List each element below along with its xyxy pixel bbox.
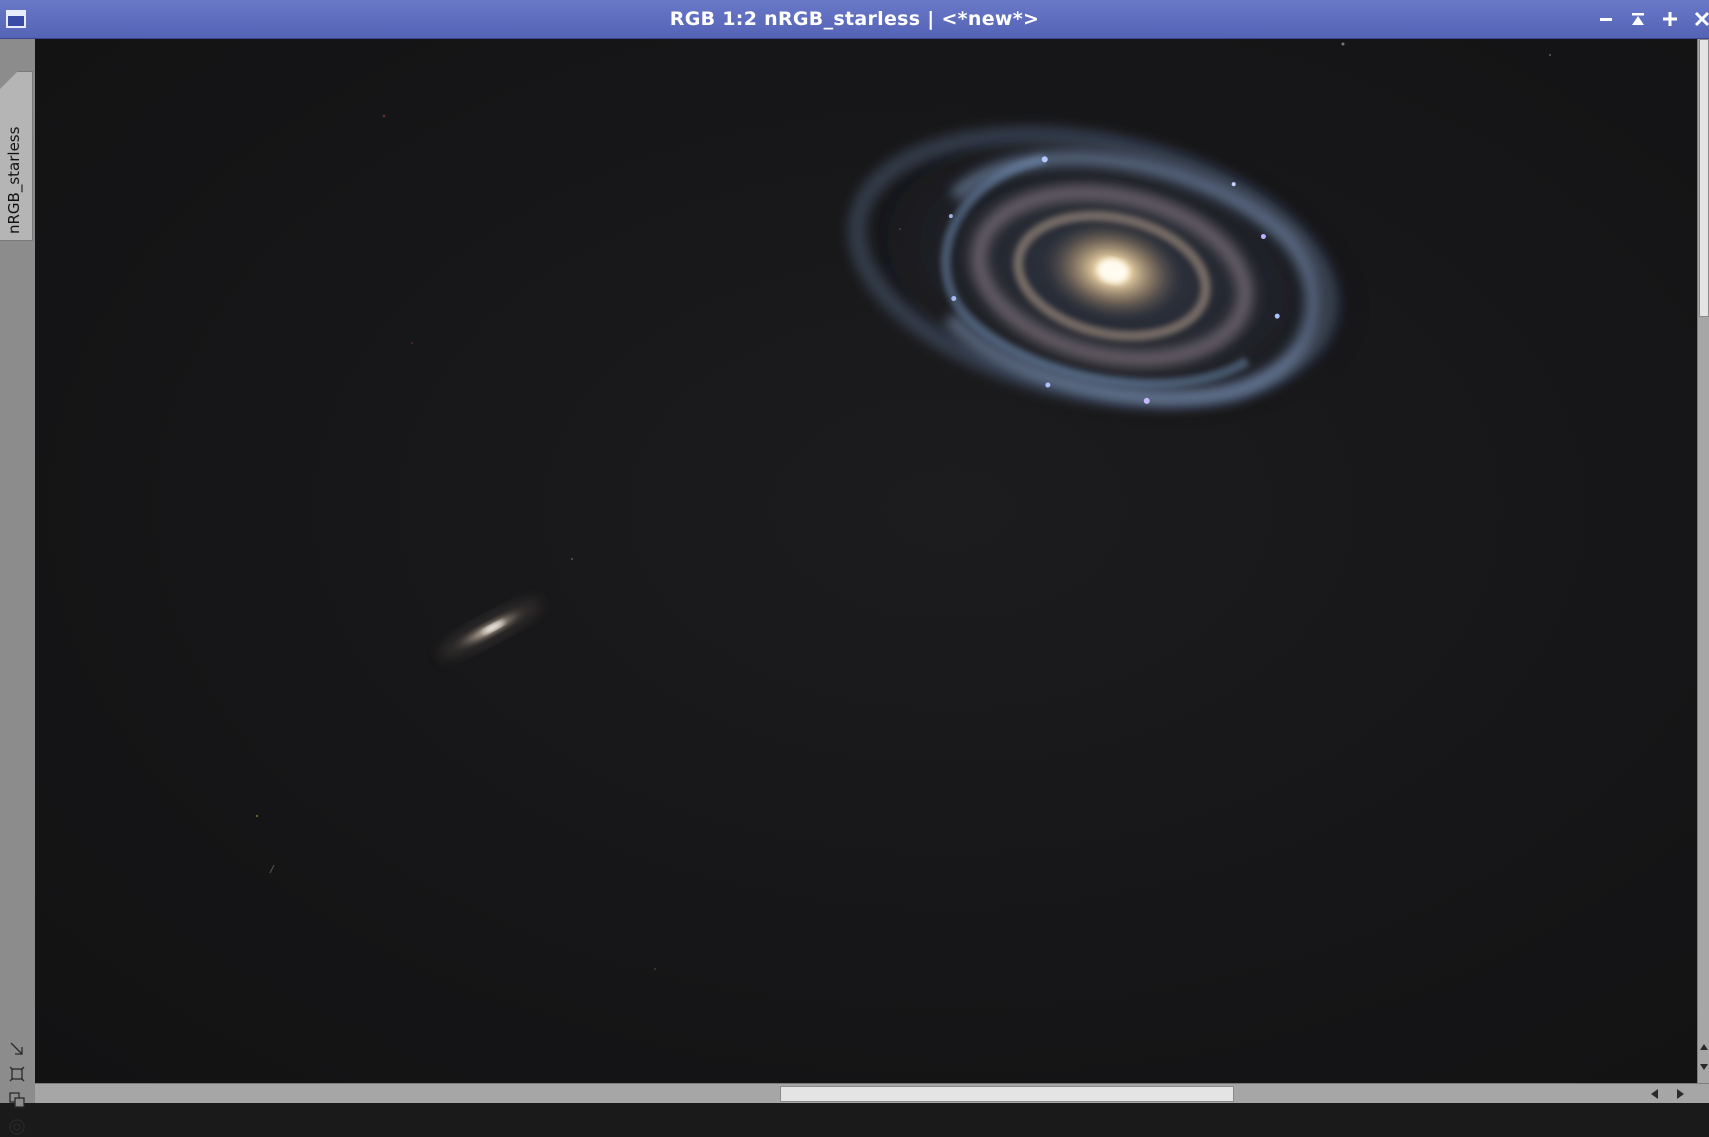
shade-icon[interactable]: [1627, 8, 1649, 30]
view-identifier-label: nRGB_starless: [5, 126, 23, 234]
close-icon[interactable]: [1691, 8, 1709, 30]
scroll-left-icon[interactable]: [1648, 1087, 1662, 1101]
window-title: RGB 1:2 nRGB_starless | <*new*>: [669, 8, 1040, 30]
vertical-scrollbar[interactable]: [1697, 39, 1709, 1083]
image-window: RGB 1:2 nRGB_starless | <*new*> nRGB_sta…: [0, 0, 1709, 1135]
minimize-icon[interactable]: [1595, 8, 1617, 30]
spiral-galaxy: [847, 113, 1379, 429]
view-identifier-tab[interactable]: nRGB_starless: [0, 71, 33, 241]
scroll-right-icon[interactable]: [1673, 1087, 1687, 1101]
view-sidebar: nRGB_starless: [0, 39, 36, 1135]
scroll-down-icon[interactable]: [1699, 1061, 1709, 1073]
astro-image: [255, 42, 1551, 970]
vertical-scroll-thumb[interactable]: [1699, 39, 1709, 317]
horizontal-scrollbar[interactable]: [35, 1083, 1709, 1103]
edge-on-galaxy: [438, 599, 542, 659]
fit-view-icon[interactable]: [7, 1064, 27, 1084]
horizontal-scroll-thumb[interactable]: [780, 1086, 1234, 1102]
image-viewport[interactable]: [35, 39, 1697, 1083]
mask-icon[interactable]: [7, 1117, 27, 1137]
auto-stretch-icon[interactable]: [7, 1039, 27, 1059]
scroll-up-icon[interactable]: [1699, 1041, 1709, 1053]
clone-view-icon[interactable]: [7, 1090, 27, 1110]
title-bar[interactable]: RGB 1:2 nRGB_starless | <*new*>: [0, 0, 1709, 39]
maximize-icon[interactable]: [1659, 8, 1681, 30]
